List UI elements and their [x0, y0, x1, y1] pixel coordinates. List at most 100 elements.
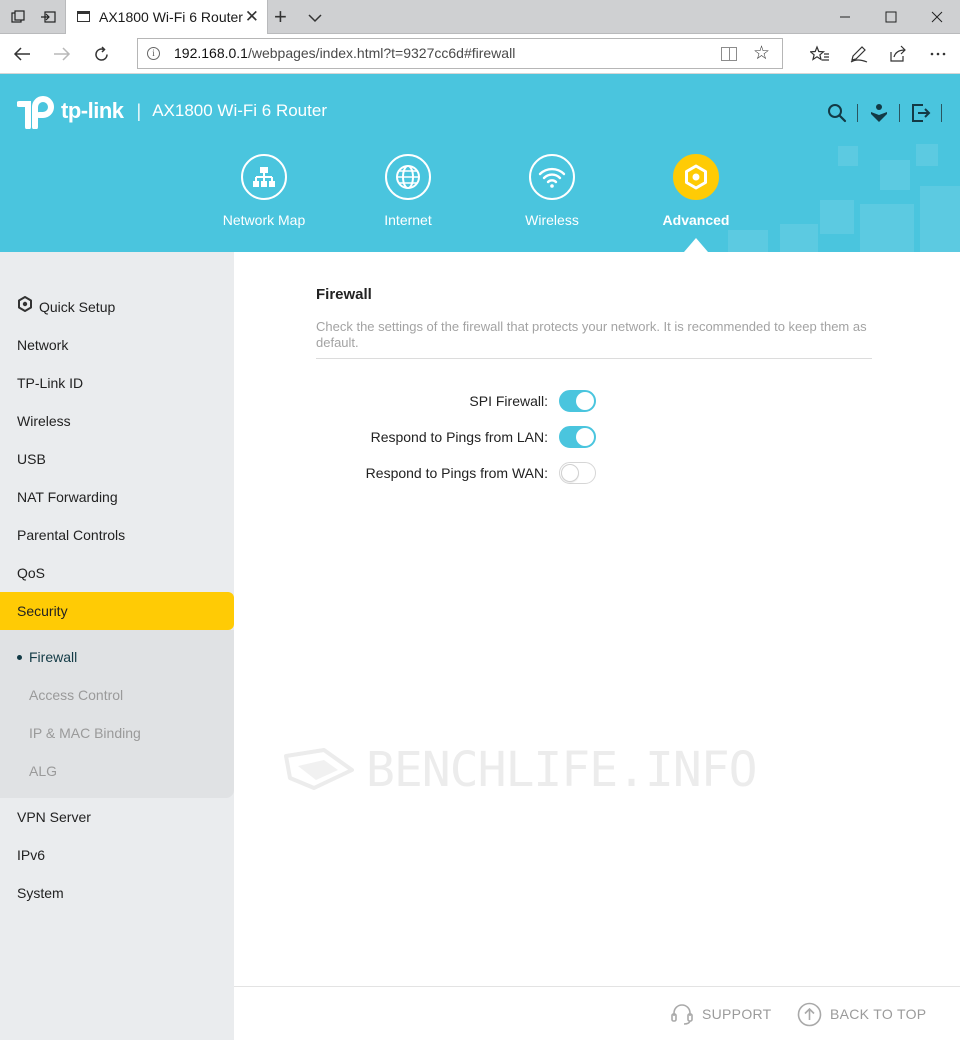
submenu-item-firewall[interactable]: Firewall	[0, 638, 234, 676]
sidebar-item-qos[interactable]: QoS	[0, 554, 234, 592]
main-content: Firewall Check the settings of the firew…	[234, 252, 960, 988]
sidebar-item-tp-link-id[interactable]: TP-Link ID	[0, 364, 234, 402]
close-tab-icon[interactable]: ✕	[245, 7, 259, 27]
forward-arrow-icon[interactable]	[48, 40, 76, 68]
browser-tab[interactable]: AX1800 Wi-Fi 6 Router ✕	[65, 0, 268, 34]
page-title: Firewall	[316, 286, 372, 303]
nav-advanced-label: Advanced	[662, 212, 730, 228]
support-label: SUPPORT	[702, 1006, 772, 1022]
url-text: 192.168.0.1/webpages/index.html?t=9327cc…	[174, 45, 515, 61]
globe-icon	[385, 154, 431, 200]
sidebar-item-label: IPv6	[17, 847, 46, 863]
wan-ping-toggle[interactable]	[559, 462, 596, 484]
headset-icon	[670, 1002, 694, 1026]
back-arrow-icon[interactable]	[8, 40, 36, 68]
active-dot-icon	[17, 655, 22, 660]
sidebar-item-label: NAT Forwarding	[17, 489, 118, 505]
arrow-up-circle-icon	[797, 1002, 822, 1027]
watermark: BENCHLIFE.INFO	[284, 742, 758, 798]
sidebar-item-label: Wireless	[17, 413, 71, 429]
brand-separator: |	[136, 100, 142, 121]
sidebar: Quick Setup Network TP-Link ID Wireless …	[0, 252, 234, 1040]
nav-internet[interactable]: Internet	[343, 154, 473, 228]
network-map-icon	[241, 154, 287, 200]
router-model: AX1800 Wi-Fi 6 Router	[152, 101, 327, 120]
submenu-item-access-control[interactable]: Access Control	[0, 676, 234, 714]
tp-link-id-icon[interactable]	[867, 101, 891, 125]
watermark-logo-icon	[284, 748, 354, 790]
nav-internet-label: Internet	[384, 212, 432, 228]
more-options-icon[interactable]	[924, 40, 952, 68]
sidebar-item-label: System	[17, 885, 64, 901]
spi-firewall-toggle[interactable]	[559, 390, 596, 412]
spi-firewall-label: SPI Firewall:	[469, 393, 548, 409]
address-bar[interactable]: i 192.168.0.1/webpages/index.html?t=9327…	[137, 38, 783, 69]
sidebar-item-nat-forwarding[interactable]: NAT Forwarding	[0, 478, 234, 516]
footer: SUPPORT BACK TO TOP	[234, 986, 960, 1040]
sidebar-item-network[interactable]: Network	[0, 326, 234, 364]
gear-icon	[673, 154, 719, 200]
toggle-knob	[576, 428, 594, 446]
sidebar-item-usb[interactable]: USB	[0, 440, 234, 478]
brand-name: tp-link	[61, 98, 124, 123]
nav-network-map[interactable]: Network Map	[199, 154, 329, 228]
sidebar-item-security[interactable]: Security	[0, 592, 234, 630]
maximize-icon[interactable]	[868, 0, 914, 34]
browser-tab-bar: AX1800 Wi-Fi 6 Router ✕ +	[0, 0, 960, 34]
watermark-text: BENCHLIFE.INFO	[366, 742, 758, 798]
router-header: tp-link | AX1800 Wi-Fi 6 Router Network …	[0, 74, 960, 252]
favorite-star-icon[interactable]: ☆	[753, 42, 770, 65]
sidebar-item-system[interactable]: System	[0, 874, 234, 912]
url-host: 192.168.0.1	[174, 45, 248, 61]
sidebar-item-label: QoS	[17, 565, 46, 581]
refresh-icon[interactable]	[87, 40, 115, 68]
lan-ping-toggle[interactable]	[559, 426, 596, 448]
logout-icon[interactable]	[909, 101, 933, 125]
share-icon[interactable]	[884, 40, 912, 68]
reading-view-icon[interactable]	[721, 47, 737, 61]
tab-list-chevron-icon[interactable]	[306, 9, 324, 27]
browser-nav-bar: i 192.168.0.1/webpages/index.html?t=9327…	[0, 34, 960, 74]
site-info-icon[interactable]: i	[147, 47, 160, 60]
search-icon[interactable]	[825, 101, 849, 125]
sidebar-item-ipv6[interactable]: IPv6	[0, 836, 234, 874]
favorites-list-icon[interactable]	[806, 40, 834, 68]
new-tab-button[interactable]: +	[274, 5, 287, 29]
submenu-item-ip-mac-binding[interactable]: IP & MAC Binding	[0, 714, 234, 752]
url-path: /webpages/index.html?t=9327cc6d#firewall	[247, 45, 516, 61]
sidebar-item-label: Security	[17, 603, 68, 619]
active-nav-indicator	[684, 238, 708, 252]
tp-link-logo-icon	[16, 93, 55, 130]
submenu-item-alg[interactable]: ALG	[0, 752, 234, 790]
submenu-item-label: ALG	[29, 763, 58, 779]
back-to-top-link[interactable]: BACK TO TOP	[797, 1001, 926, 1027]
back-to-top-label: BACK TO TOP	[830, 1006, 927, 1022]
set-aside-tabs-icon[interactable]	[38, 7, 58, 27]
tab-actions-icon[interactable]	[8, 7, 28, 27]
sidebar-item-wireless[interactable]: Wireless	[0, 402, 234, 440]
sidebar-item-label: Parental Controls	[17, 527, 126, 543]
toggle-knob	[561, 464, 579, 482]
support-link[interactable]: SUPPORT	[670, 1001, 772, 1027]
nav-wireless-label: Wireless	[525, 212, 579, 228]
nav-wireless[interactable]: Wireless	[487, 154, 617, 228]
tp-link-logo: tp-link | AX1800 Wi-Fi 6 Router	[16, 93, 327, 130]
lan-ping-label: Respond to Pings from LAN:	[370, 429, 548, 445]
sidebar-item-label: Network	[17, 337, 69, 353]
sidebar-item-vpn-server[interactable]: VPN Server	[0, 798, 234, 836]
minimize-icon[interactable]	[822, 0, 868, 34]
header-actions	[825, 101, 942, 125]
notes-pen-icon[interactable]	[845, 40, 873, 68]
close-window-icon[interactable]	[914, 0, 960, 34]
sidebar-item-label: Quick Setup	[39, 299, 116, 315]
wifi-icon	[529, 154, 575, 200]
sidebar-item-parental-controls[interactable]: Parental Controls	[0, 516, 234, 554]
nav-advanced[interactable]: Advanced	[631, 154, 761, 228]
sidebar-item-label: USB	[17, 451, 46, 467]
section-description: Check the settings of the firewall that …	[316, 319, 867, 350]
sidebar-item-quick-setup[interactable]: Quick Setup	[0, 288, 234, 326]
page-favicon-icon	[77, 11, 90, 22]
tab-title: AX1800 Wi-Fi 6 Router	[99, 9, 243, 25]
submenu-item-label: Firewall	[29, 649, 78, 665]
security-submenu: Firewall Access Control IP & MAC Binding…	[0, 630, 234, 798]
